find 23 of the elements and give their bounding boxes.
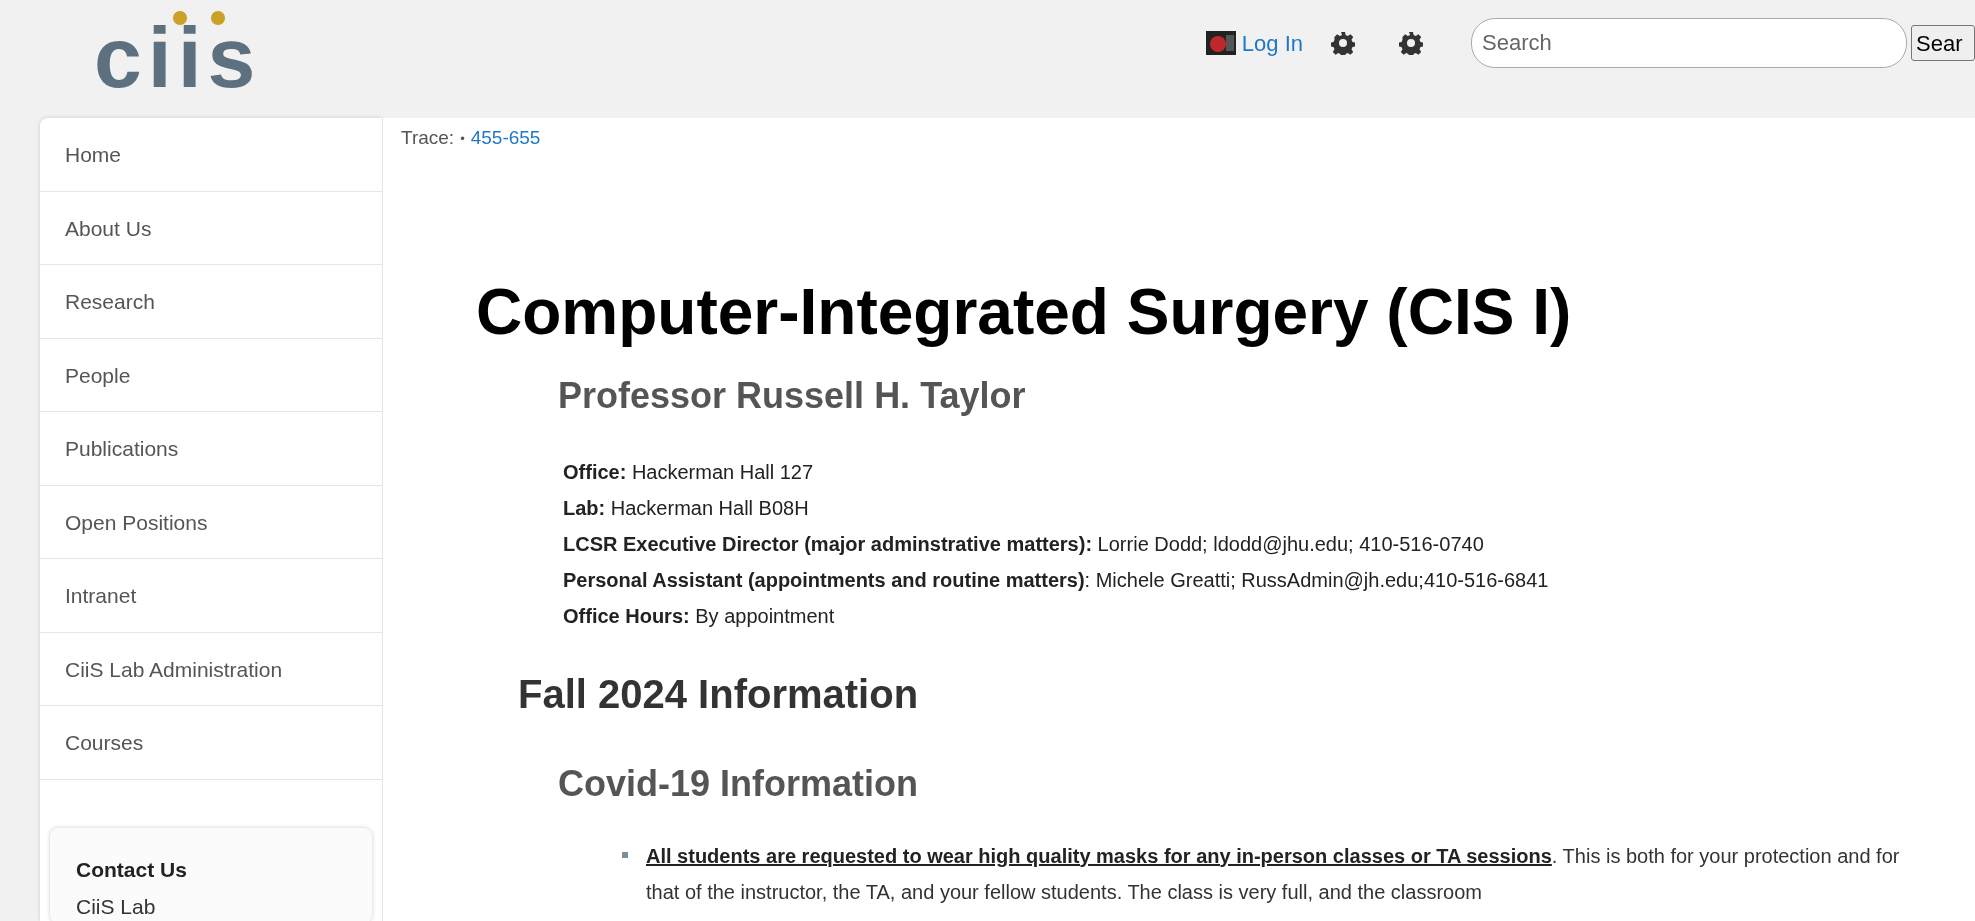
info-line: Lab: Hackerman Hall B08H bbox=[563, 495, 810, 521]
settings-icon[interactable] bbox=[1399, 31, 1423, 55]
submit-button[interactable]: Sear bbox=[1911, 25, 1975, 61]
logo-text[interactable]: ciis bbox=[94, 14, 262, 100]
professor-heading: Professor Russell H. Taylor bbox=[558, 377, 1027, 414]
search-field[interactable]: Search bbox=[1471, 18, 1907, 68]
bullet-link[interactable]: All students are requested to wear high quality masks for any in-person classes or TA sessions bbox=[646, 844, 1552, 867]
trace-label: Trace: bbox=[401, 126, 455, 150]
contact-text: CiiS Lab bbox=[76, 894, 157, 920]
user-avatar-icon bbox=[1205, 31, 1236, 55]
info-line: LCSR Executive Director (major adminstrative matters): Lorrie Dodd; ldodd@jhu.edu; 410-516-0740 bbox=[563, 531, 1485, 557]
contact-heading: Contact Us bbox=[76, 856, 188, 883]
info-line: Office Hours: By appointment bbox=[563, 603, 836, 629]
settings-icon[interactable] bbox=[1331, 31, 1355, 55]
info-line: Personal Assistant (appointments and routine matters): Michele Greatti; RussAdmin@jh.edu;410-516-6841 bbox=[563, 567, 1550, 593]
trace-link[interactable]: 455-655 bbox=[470, 124, 541, 153]
info-line: Office: Hackerman Hall 127 bbox=[563, 459, 815, 485]
login-link[interactable]: Log In bbox=[1241, 26, 1303, 60]
trace-separator: • bbox=[460, 129, 465, 148]
subsection-heading: Covid-19 Information bbox=[558, 765, 920, 802]
section-heading: Fall 2024 Information bbox=[518, 673, 920, 714]
bullet-icon bbox=[622, 851, 628, 858]
bullet-paragraph: All students are requested to wear high quality masks for any in-person classes or TA sessions. This is both for your protection and for that of the instructor, the TA, and your fellow students. The class is very full, and the classroom bbox=[646, 843, 1901, 905]
